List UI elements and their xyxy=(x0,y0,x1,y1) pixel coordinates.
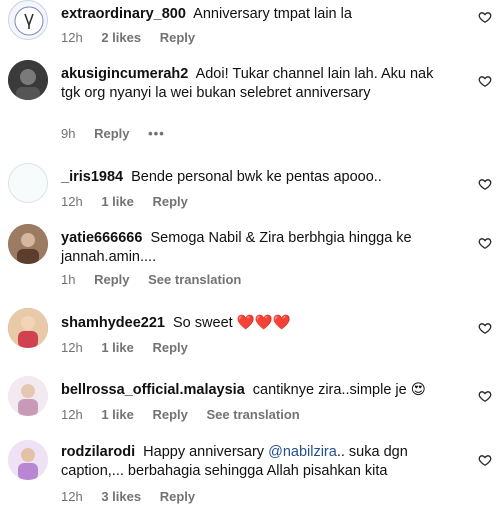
reply-button[interactable]: Reply xyxy=(160,489,195,504)
comment-time: 9h xyxy=(61,126,76,141)
comment-username[interactable]: yatie666666 xyxy=(61,230,142,246)
heart-eyes-emoji-icon: 😍 xyxy=(410,382,426,398)
comment-text: rodzilarodi Happy anniversary @nabilzira… xyxy=(61,443,451,481)
avatar-logo-icon xyxy=(14,6,44,36)
likes-count[interactable]: 3 likes xyxy=(101,489,141,504)
reply-button[interactable]: Reply xyxy=(94,272,129,287)
comment-time: 12h xyxy=(61,407,83,422)
comment-time: 1h xyxy=(61,272,76,287)
comment-username[interactable]: rodzilarodi xyxy=(61,444,135,460)
avatar[interactable] xyxy=(8,440,48,480)
heart-outline-icon[interactable] xyxy=(478,321,492,335)
see-translation-button[interactable]: See translation xyxy=(207,407,300,422)
heart-outline-icon[interactable] xyxy=(478,74,492,88)
comment-meta: 12h 3 likes Reply xyxy=(61,489,210,504)
comment-time: 12h xyxy=(61,30,83,45)
avatar[interactable] xyxy=(8,224,48,264)
comment-text: _iris1984 Bende personal bwk ke pentas a… xyxy=(61,168,461,187)
comment-meta: 12h 2 likes Reply xyxy=(61,30,210,45)
heart-outline-icon[interactable] xyxy=(478,10,492,24)
comment-username[interactable]: _iris1984 xyxy=(61,169,123,185)
comment-body-start: Happy anniversary xyxy=(143,444,265,460)
comment-time: 12h xyxy=(61,489,83,504)
comment-username[interactable]: extraordinary_800 xyxy=(61,6,186,22)
likes-count[interactable]: 2 likes xyxy=(101,30,141,45)
comment-meta: 12h 1 like Reply xyxy=(61,194,203,209)
comment-time: 12h xyxy=(61,340,83,355)
likes-count[interactable]: 1 like xyxy=(101,194,134,209)
comment-meta: 9h Reply ••• xyxy=(61,126,180,141)
avatar[interactable] xyxy=(8,163,48,203)
comment-text: shamhydee221 So sweet ❤️❤️❤️ xyxy=(61,314,461,333)
comment-time: 12h xyxy=(61,194,83,209)
avatar-photo-icon xyxy=(8,60,48,100)
heart-outline-icon[interactable] xyxy=(478,453,492,467)
avatar-photo-icon xyxy=(8,440,48,480)
heart-outline-icon[interactable] xyxy=(478,389,492,403)
comment-username[interactable]: bellrossa_official.malaysia xyxy=(61,382,245,398)
comment-text: yatie666666 Semoga Nabil & Zira berbhgia… xyxy=(61,229,451,267)
heart-outline-icon[interactable] xyxy=(478,177,492,191)
heart-emoji-icon: ❤️❤️❤️ xyxy=(236,315,291,331)
comment-body: cantiknye zira..simple je xyxy=(252,382,407,398)
reply-button[interactable]: Reply xyxy=(152,407,187,422)
avatar-photo-icon xyxy=(8,308,48,348)
avatar[interactable] xyxy=(8,0,48,40)
reply-button[interactable]: Reply xyxy=(94,126,129,141)
comment-text: akusigincumerah2 Adoi! Tukar channel lai… xyxy=(61,65,451,103)
avatar-photo-icon xyxy=(8,224,48,264)
avatar[interactable] xyxy=(8,308,48,348)
comment-meta: 12h 1 like Reply xyxy=(61,340,203,355)
comment-meta: 12h 1 like Reply See translation xyxy=(61,407,315,422)
comment-username[interactable]: shamhydee221 xyxy=(61,315,165,331)
mention-link[interactable]: @nabilzira xyxy=(268,444,337,460)
avatar[interactable] xyxy=(8,60,48,100)
comment-body: So sweet xyxy=(173,315,233,331)
comment-body: Bende personal bwk ke pentas apooo.. xyxy=(131,169,382,185)
reply-button[interactable]: Reply xyxy=(152,340,187,355)
comment-body: Anniversary tmpat lain la xyxy=(193,6,352,22)
comment-text: extraordinary_800 Anniversary tmpat lain… xyxy=(61,5,461,24)
heart-outline-icon[interactable] xyxy=(478,236,492,250)
comment-meta: 1h Reply See translation xyxy=(61,272,256,287)
comment-text: bellrossa_official.malaysia cantiknye zi… xyxy=(61,381,461,400)
see-translation-button[interactable]: See translation xyxy=(148,272,241,287)
avatar-photo-icon xyxy=(8,376,48,416)
reply-button[interactable]: Reply xyxy=(160,30,195,45)
avatar[interactable] xyxy=(8,376,48,416)
likes-count[interactable]: 1 like xyxy=(101,407,134,422)
comment-username[interactable]: akusigincumerah2 xyxy=(61,66,188,82)
more-dots-icon[interactable]: ••• xyxy=(148,126,165,141)
likes-count[interactable]: 1 like xyxy=(101,340,134,355)
reply-button[interactable]: Reply xyxy=(152,194,187,209)
